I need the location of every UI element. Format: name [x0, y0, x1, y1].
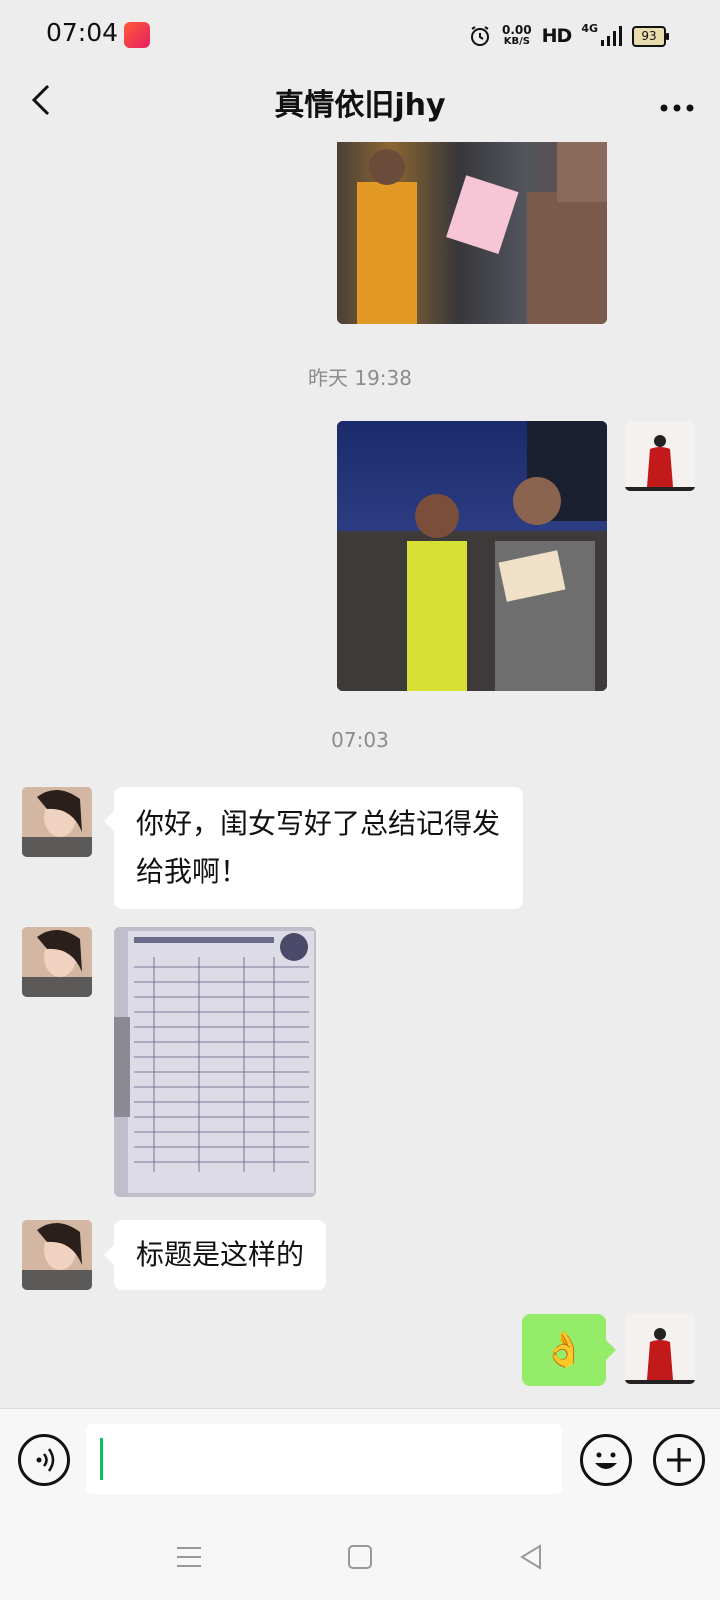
- voice-input-button[interactable]: [18, 1434, 70, 1486]
- voice-icon: [36, 1448, 55, 1472]
- speed-unit: KB/S: [503, 36, 530, 47]
- emoji-button[interactable]: [580, 1434, 632, 1486]
- add-button[interactable]: [653, 1434, 705, 1486]
- contact-avatar[interactable]: [22, 927, 92, 997]
- smile-icon: [595, 1452, 617, 1469]
- back-nav-icon[interactable]: [516, 1542, 546, 1572]
- bubble-tail: [104, 1245, 114, 1265]
- speed-value: 0.00: [502, 23, 532, 37]
- emoji-message[interactable]: 👌: [522, 1314, 606, 1386]
- status-time: 07:04: [46, 18, 119, 47]
- contact-avatar[interactable]: [22, 787, 92, 857]
- home-icon[interactable]: [345, 1542, 375, 1572]
- chat-title: 真情依旧jhy: [274, 88, 446, 123]
- plus-icon: [667, 1448, 691, 1472]
- my-avatar[interactable]: [625, 421, 695, 491]
- app-notification-icon: [124, 22, 150, 48]
- photo-message[interactable]: [337, 421, 607, 691]
- my-avatar[interactable]: [625, 1314, 695, 1384]
- timestamp: 昨天 19:38: [308, 366, 412, 390]
- message-bubble[interactable]: 标题是这样的: [114, 1220, 327, 1290]
- message-input[interactable]: [86, 1424, 562, 1494]
- timestamp: 07:03: [331, 728, 389, 752]
- message-bubble[interactable]: 你好，闺女写好了总结记得发给我啊！: [114, 787, 523, 909]
- bubble-tail: [606, 1340, 616, 1360]
- alarm-icon: [471, 26, 490, 46]
- contact-avatar[interactable]: [22, 1220, 92, 1290]
- photo-message[interactable]: [337, 142, 607, 324]
- menu-icon[interactable]: [174, 1542, 204, 1572]
- document-photo-message[interactable]: [114, 927, 316, 1197]
- bubble-tail: [104, 811, 114, 831]
- network-speed: 0.00 KB/S: [502, 24, 532, 48]
- signal-icon: [601, 26, 622, 46]
- more-icon[interactable]: [660, 82, 694, 122]
- hd-indicator: HD: [541, 25, 573, 47]
- status-icons: 0.00 KB/S HD 4G 93: [468, 20, 669, 52]
- network-type: 4G: [581, 21, 598, 35]
- text-caret: [100, 1438, 103, 1480]
- battery-icon: 93: [632, 25, 669, 47]
